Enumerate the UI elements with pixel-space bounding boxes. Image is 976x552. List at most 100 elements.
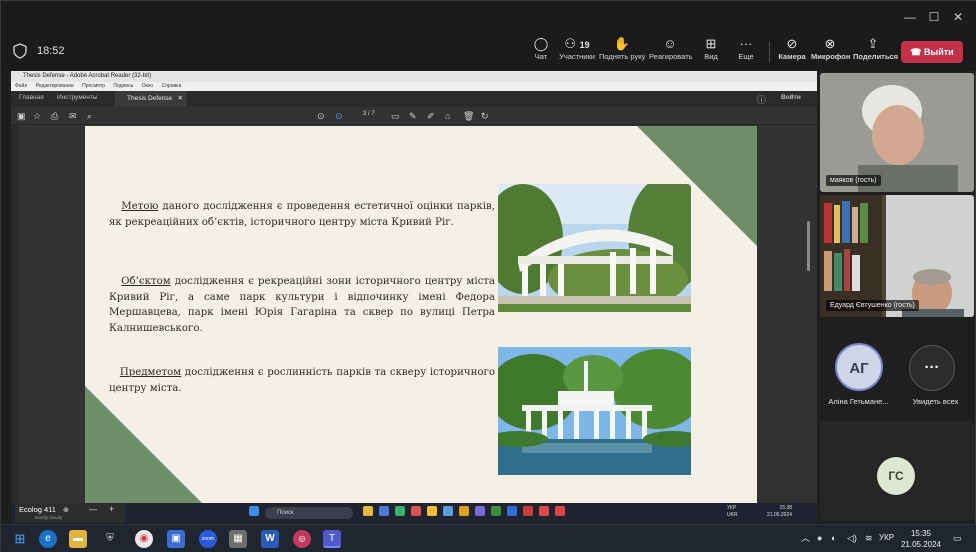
app-icon[interactable] — [475, 506, 485, 516]
zoom-search-icon[interactable]: ⌕ — [87, 110, 92, 122]
save-icon[interactable]: ▣ — [17, 110, 26, 122]
notification-icon[interactable]: ▭ — [953, 531, 962, 545]
participant-tile-gs[interactable]: ГС — [820, 421, 974, 521]
shared-search-box[interactable]: Поиск — [265, 507, 353, 519]
zoom-icon[interactable]: zoom — [199, 530, 217, 548]
paragraph-subject: Предметом дослідження є рослинність парк… — [109, 367, 495, 394]
app-icon[interactable] — [539, 506, 549, 516]
shield-icon[interactable]: ⛨ — [101, 530, 119, 548]
participants-button[interactable]: ⚇ 19 Участники — [559, 35, 595, 69]
teams-window: — ☐ ✕ 18:52 ◯ Чат ⚇ 19 Участники ✋ Подня… — [0, 0, 976, 552]
close-tab-icon[interactable]: ✕ — [178, 91, 183, 107]
participant-video-2[interactable]: Едуард Євтушенко (гость) — [820, 195, 974, 317]
windows-start-icon[interactable]: ⊞ — [11, 530, 29, 548]
app-icon[interactable] — [395, 506, 405, 516]
see-all-button[interactable]: ··· Увидеть всех — [897, 319, 974, 413]
page-down-icon[interactable]: ⊙ — [335, 110, 343, 122]
save-app-icon[interactable]: ▣ — [167, 530, 185, 548]
taskbar-clock[interactable]: 15:35 21.05.2024 — [897, 528, 945, 550]
menu-view[interactable]: Просмотр — [82, 83, 105, 89]
calculator-icon[interactable]: ▦ — [229, 530, 247, 548]
edge-icon[interactable]: e — [39, 530, 57, 548]
maximize-button[interactable]: ☐ — [923, 7, 945, 27]
more-icon: ··· — [909, 345, 955, 391]
leave-button[interactable]: ☎ Выйти — [901, 41, 963, 63]
volume-icon[interactable]: ◁) — [847, 531, 857, 545]
teams-icon[interactable]: T — [323, 530, 341, 548]
menu-window[interactable]: Окно — [142, 83, 154, 89]
meeting-toolbar: 18:52 ◯ Чат ⚇ 19 Участники ✋ Поднять рук… — [1, 33, 976, 71]
app-icon[interactable] — [491, 506, 501, 516]
chat-icon: ◯ — [533, 36, 549, 51]
windows-taskbar: ⊞ e ▬ ⛨ ◉ ▣ zoom ▦ W ◎ T ︿ ● ◐ ◁) ≋ УКР … — [1, 524, 976, 552]
presentation-slide: Метою даного дослідження є проведення ес… — [85, 126, 757, 503]
word-icon[interactable]: W — [261, 530, 279, 548]
react-button[interactable]: ☺ Реагировать — [649, 35, 693, 69]
help-icon[interactable]: ⓘ — [757, 93, 766, 106]
menu-edit[interactable]: Редактирование — [36, 83, 74, 89]
colonnade-photo — [498, 184, 691, 312]
mail-icon[interactable]: ✉ — [69, 110, 77, 122]
chrome-icon[interactable]: ◉ — [135, 530, 153, 548]
language-indicator[interactable]: УКР — [879, 531, 894, 545]
page-up-icon[interactable]: ⊙ — [317, 110, 325, 122]
pen-icon[interactable]: ✎ — [409, 110, 417, 122]
trash-icon[interactable]: 🗑 — [463, 110, 474, 122]
avatar: ГС — [877, 457, 915, 495]
app-icon[interactable] — [363, 506, 373, 516]
mic-tray-icon[interactable]: ● — [817, 531, 822, 545]
page-indicator[interactable]: 3 / 7 — [363, 111, 375, 117]
smile-icon: ☺ — [663, 36, 677, 51]
share-button[interactable]: ⇪ Поделиться — [853, 35, 898, 69]
comment-icon[interactable]: ▭ — [391, 110, 400, 122]
tab-home[interactable]: Главная — [19, 94, 44, 101]
folder-icon[interactable]: ▬ — [69, 530, 87, 548]
tab-tools[interactable]: Инструменты — [57, 94, 98, 101]
scrollbar-thumb[interactable] — [807, 221, 810, 271]
chat-button[interactable]: ◯ Чат — [529, 35, 553, 69]
chevron-up-icon[interactable]: ︿ — [801, 531, 810, 545]
minus-icon[interactable]: — — [89, 505, 97, 514]
minimize-button[interactable]: — — [899, 7, 921, 27]
shared-screen: Thesis Defense - Adobe Acrobat Reader (3… — [11, 71, 817, 523]
participant-video-1[interactable]: маяков (гость) — [820, 73, 974, 192]
app-icon[interactable] — [411, 506, 421, 516]
tab-document[interactable]: Thesis Defense ✕ — [115, 91, 187, 107]
star-icon[interactable]: ☆ — [33, 110, 41, 122]
people-icon: ⚇ — [564, 36, 576, 51]
paragraph-goal: Метою даного дослідження є проведення ес… — [109, 201, 495, 228]
view-button[interactable]: ⊞ Вид — [700, 35, 722, 69]
app-icon[interactable] — [523, 506, 533, 516]
app-badge-icon[interactable]: ◎ — [293, 530, 311, 548]
plus-icon[interactable]: + — [109, 504, 114, 514]
acrobat-toolbar: ▣ ☆ ⎙ ✉ ⌕ ⊙ ⊙ 3 / 7 ▭ ✎ ✐ ⌂ 🗑 ↻ — [11, 107, 817, 125]
app-icon[interactable] — [459, 506, 469, 516]
acrobat-icon[interactable] — [555, 506, 565, 516]
print-icon[interactable]: ⎙ — [51, 110, 58, 122]
app-icon[interactable] — [507, 506, 517, 516]
headset-icon[interactable]: ◐ — [831, 531, 836, 545]
menu-sign[interactable]: Подпись — [113, 83, 133, 89]
camera-button[interactable]: ⊘ Камера — [777, 35, 807, 69]
mic-button[interactable]: ⊗ Микрофон — [811, 35, 850, 69]
rotate-icon[interactable]: ↻ — [481, 110, 489, 122]
app-icon[interactable] — [427, 506, 437, 516]
shared-lang[interactable]: УКР UKR — [727, 505, 738, 519]
app-icon[interactable] — [379, 506, 389, 516]
participant-name: Едуард Євтушенко (гость) — [826, 300, 919, 311]
close-button[interactable]: ✕ — [947, 7, 969, 27]
menu-file[interactable]: Файл — [15, 83, 27, 89]
highlight-icon[interactable]: ✐ — [427, 110, 435, 122]
acrobat-menu-bar: Файл Редактирование Просмотр Подпись Окн… — [11, 82, 817, 91]
raise-hand-button[interactable]: ✋ Поднять руку — [599, 35, 645, 69]
start-icon[interactable] — [249, 506, 259, 516]
signin-button[interactable]: Войти — [781, 94, 801, 101]
pavilion-photo — [498, 347, 691, 475]
menu-help[interactable]: Справка — [162, 83, 182, 89]
participant-tile-ag[interactable]: АГ Аліна Гетьмане... — [820, 319, 897, 413]
paragraph-object: Об’єктом дослідження є рекреаційні зони … — [109, 276, 495, 334]
more-button[interactable]: ··· Еще — [735, 35, 757, 69]
stamp-icon[interactable]: ⌂ — [445, 110, 450, 122]
wifi-icon[interactable]: ≋ — [865, 531, 873, 545]
app-icon[interactable] — [443, 506, 453, 516]
